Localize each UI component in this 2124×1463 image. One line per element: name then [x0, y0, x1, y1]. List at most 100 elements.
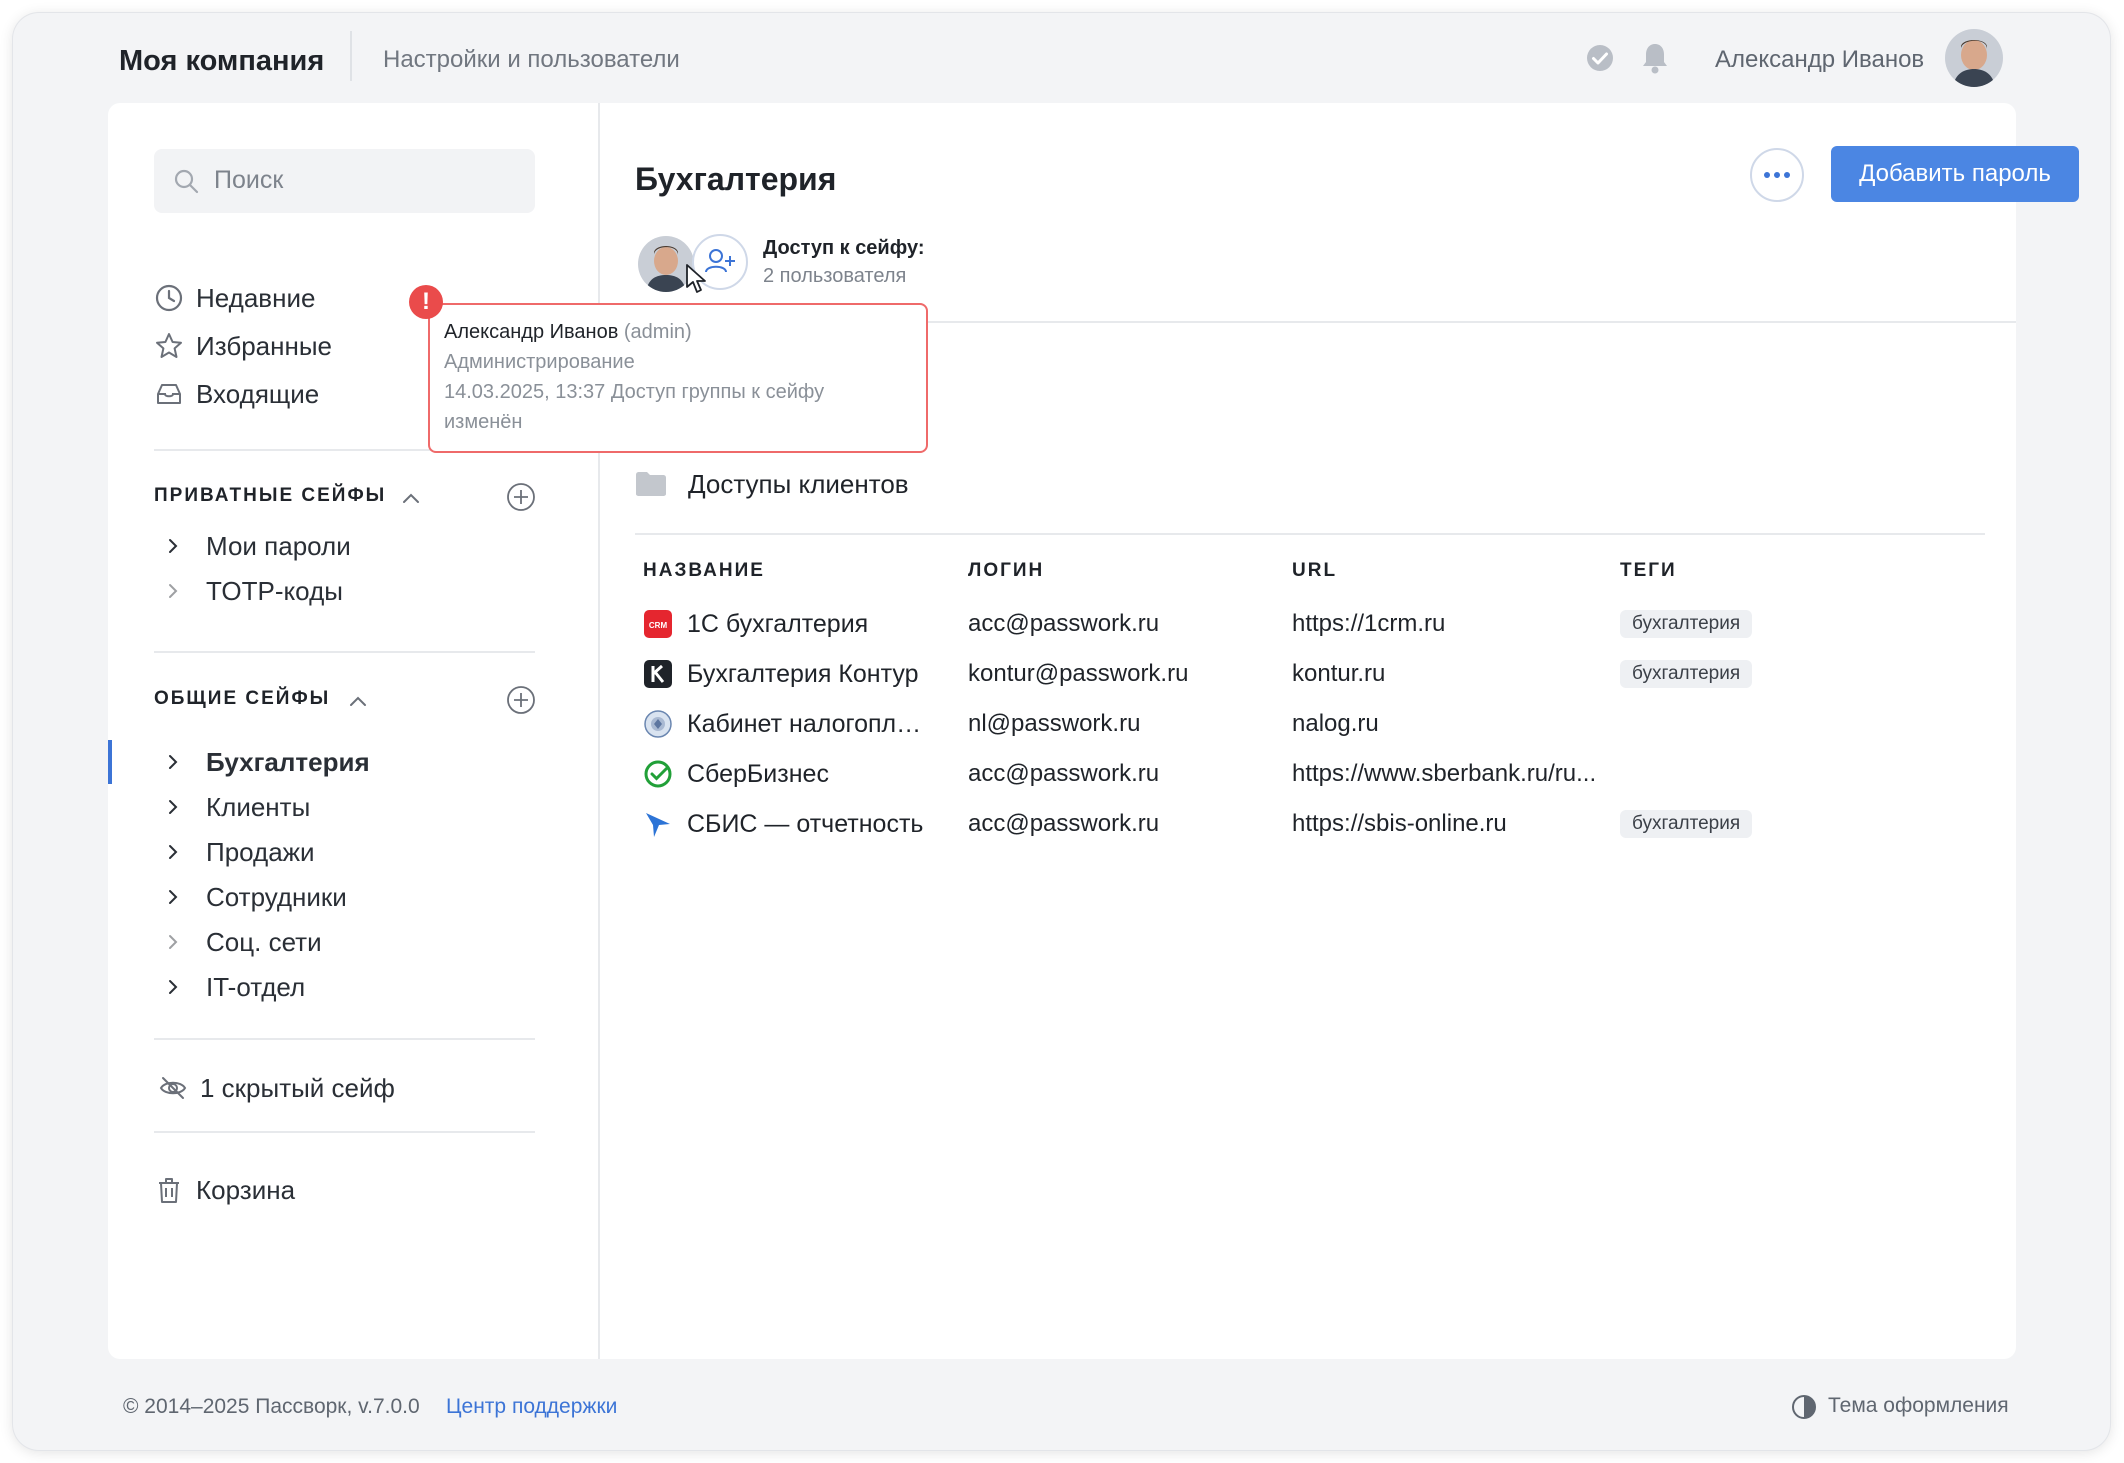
vault-label: IT-отдел [206, 971, 306, 1002]
eye-off-icon [159, 1077, 187, 1099]
private-vaults-title[interactable]: ПРИВАТНЫЕ СЕЙФЫ [154, 485, 386, 507]
nav-recent[interactable]: Недавние [154, 278, 315, 318]
theme-toggle[interactable]: Тема оформления [1828, 1394, 2009, 1418]
support-link[interactable]: Центр поддержки [446, 1395, 617, 1419]
chevron-right-icon[interactable] [162, 535, 184, 557]
table-row[interactable]: CRM 1С бухгалтерия acc@passwork.ru https… [600, 602, 2016, 646]
folder-clients-access[interactable]: Доступы клиентов [688, 469, 909, 500]
chevron-right-icon[interactable] [162, 580, 184, 602]
row-url[interactable]: nalog.ru [1292, 702, 1379, 746]
nav-inbox[interactable]: Входящие [154, 374, 319, 414]
mouse-cursor-icon [686, 264, 706, 293]
row-name[interactable]: CRM 1С бухгалтерия [643, 602, 933, 646]
search-icon [174, 169, 199, 194]
add-private-vault-icon[interactable] [506, 482, 536, 512]
vault-label: Сотрудники [206, 881, 347, 912]
row-url[interactable]: https://1crm.ru [1292, 602, 1445, 646]
header-divider [350, 31, 352, 81]
vault-my-passwords[interactable]: Мои пароли [162, 527, 351, 565]
vault-label: Продажи [206, 836, 315, 867]
row-name[interactable]: Бухгалтерия Контур [643, 652, 933, 696]
user-avatar[interactable] [1945, 29, 2003, 87]
row-name[interactable]: СБИС — отчетность [643, 802, 933, 846]
nav-trash-label: Корзина [196, 1174, 296, 1205]
chevron-right-icon[interactable] [162, 976, 184, 998]
chevron-right-icon[interactable] [162, 796, 184, 818]
table-row[interactable]: Бухгалтерия Контур kontur@passwork.ru ko… [600, 652, 2016, 696]
tooltip-event: 14.03.2025, 13:37 Доступ группы к сейфу [444, 381, 825, 403]
add-password-button[interactable]: Добавить пароль [1831, 146, 2079, 202]
vault-label: Соц. сети [206, 926, 322, 957]
theme-contrast-icon[interactable] [1790, 1393, 1818, 1421]
column-url[interactable]: URL [1292, 560, 1337, 582]
column-name[interactable]: НАЗВАНИЕ [643, 560, 765, 582]
user-name[interactable]: Александр Иванов [1715, 46, 1924, 74]
column-login[interactable]: ЛОГИН [968, 560, 1044, 582]
hidden-vaults-label: 1 скрытый сейф [200, 1072, 395, 1103]
nav-favorites[interactable]: Избранные [154, 326, 332, 366]
table-row[interactable]: СБИС — отчетность acc@passwork.ru https:… [600, 802, 2016, 846]
add-shared-vault-icon[interactable] [506, 685, 536, 715]
nav-inbox-label: Входящие [196, 378, 320, 409]
vault-sales[interactable]: Продажи [162, 833, 315, 871]
vault-label: Клиенты [206, 791, 311, 822]
hidden-vaults[interactable]: 1 скрытый сейф [158, 1068, 395, 1108]
chevron-right-icon[interactable] [162, 931, 184, 953]
vault-it[interactable]: IT-отдел [162, 968, 305, 1006]
row-login[interactable]: acc@passwork.ru [968, 802, 1159, 846]
row-login-text: acc@passwork.ru [968, 810, 1160, 837]
vault-social[interactable]: Соц. сети [162, 923, 322, 961]
row-url[interactable]: https://www.sberbank.ru/ru... [1292, 752, 1596, 796]
row-name[interactable]: СберБизнес [643, 752, 933, 796]
vault-clients[interactable]: Клиенты [162, 788, 310, 826]
vault-accounting[interactable]: Бухгалтерия [162, 743, 370, 781]
company-name[interactable]: Моя компания [119, 45, 324, 78]
table-row[interactable]: Кабинет налогоплат... nl@passwork.ru nal… [600, 702, 2016, 746]
chevron-up-icon[interactable] [348, 694, 368, 708]
tooltip-event-cont: изменён [444, 411, 523, 433]
row-url-text: https://www.sberbank.ru/ru... [1292, 760, 1597, 787]
kontur-icon [644, 660, 672, 688]
sidebar-divider [154, 1131, 535, 1133]
row-tag[interactable]: бухгалтерия [1620, 652, 1753, 696]
row-url-text: https://sbis-online.ru [1292, 810, 1507, 837]
inbox-icon [157, 384, 181, 404]
row-login[interactable]: nl@passwork.ru [968, 702, 1140, 746]
bell-icon[interactable] [1639, 41, 1671, 75]
svg-text:CRM: CRM [649, 621, 668, 630]
tag-badge[interactable]: бухгалтерия [1620, 610, 1753, 638]
vault-employees[interactable]: Сотрудники [162, 878, 347, 916]
row-tag[interactable]: бухгалтерия [1620, 802, 1753, 846]
row-url[interactable]: kontur.ru [1292, 652, 1385, 696]
table-divider [635, 533, 1985, 535]
row-tag[interactable]: бухгалтерия [1620, 602, 1753, 646]
chevron-right-icon[interactable] [162, 751, 184, 773]
row-name[interactable]: Кабинет налогоплат... [643, 702, 933, 746]
vault-label: Мои пароли [206, 530, 351, 561]
table-row[interactable]: СберБизнес acc@passwork.ru https://www.s… [600, 752, 2016, 796]
row-login[interactable]: acc@passwork.ru [968, 752, 1159, 796]
vault-totp[interactable]: TOTP-коды [162, 572, 343, 610]
row-login[interactable]: acc@passwork.ru [968, 602, 1159, 646]
row-url[interactable]: https://sbis-online.ru [1292, 802, 1507, 846]
settings-link[interactable]: Настройки и пользователи [383, 46, 680, 74]
access-count[interactable]: 2 пользователя [763, 265, 906, 288]
vault-content: Бухгалтерия Добавить пароль Доступ к сей… [600, 103, 2079, 1359]
shared-vaults-title[interactable]: ОБЩИЕ СЕЙФЫ [154, 688, 330, 710]
tag-badge[interactable]: бухгалтерия [1620, 810, 1753, 838]
tag-badge[interactable]: бухгалтерия [1620, 660, 1753, 688]
chevron-up-icon[interactable] [401, 491, 421, 505]
chevron-right-icon[interactable] [162, 886, 184, 908]
nav-trash[interactable]: Корзина [154, 1170, 295, 1210]
nav-favorites-label: Избранные [196, 330, 332, 361]
row-name-text: Бухгалтерия Контур [687, 659, 919, 688]
row-url-text: https://1crm.ru [1292, 610, 1446, 637]
column-tags[interactable]: ТЕГИ [1620, 560, 1677, 582]
more-options-button[interactable] [1750, 148, 1804, 202]
row-login[interactable]: kontur@passwork.ru [968, 652, 1188, 696]
chevron-right-icon[interactable] [162, 841, 184, 863]
app-window: Моя компания Настройки и пользователи Ал… [13, 13, 2110, 1450]
check-circle-icon[interactable] [1585, 43, 1615, 73]
search-field[interactable]: Поиск [154, 149, 535, 213]
vault-label: TOTP-коды [206, 575, 343, 606]
